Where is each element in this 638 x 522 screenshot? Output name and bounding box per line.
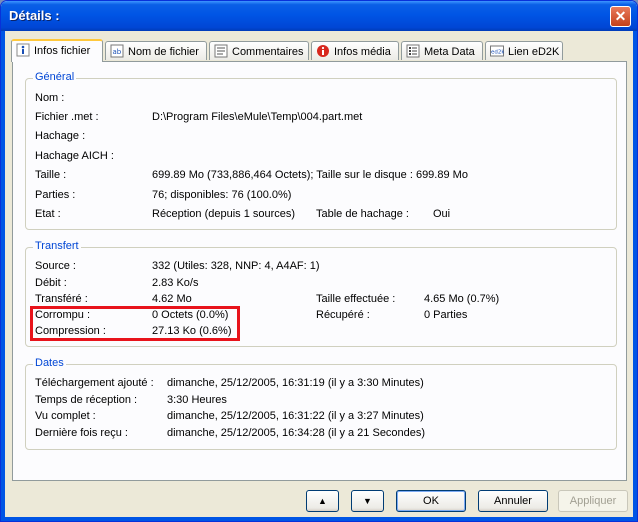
met-file-path: D:\Program Files\eMule\Temp\004.part.met [152, 111, 363, 123]
list-icon [406, 44, 420, 58]
field-label: Etat : [35, 208, 61, 220]
comment-icon [214, 44, 228, 58]
arrow-down-icon: ▼ [363, 496, 372, 506]
hash-table-value: Oui [433, 208, 451, 220]
media-info-icon [316, 44, 330, 58]
svg-text:ed2k: ed2k [491, 50, 504, 56]
group-title: Transfert [33, 240, 81, 252]
tab-label: Infos fichier [34, 45, 91, 57]
seen-complete-value: dimanche, 25/12/2005, 16:31:22 (il y a 3… [167, 410, 424, 422]
rate-value: 2.83 Ko/s [152, 277, 199, 289]
last-received-value: dimanche, 25/12/2005, 16:34:28 (il y a 2… [167, 427, 426, 439]
field-label: Temps de réception : [35, 394, 138, 406]
field-label: Transféré : [35, 293, 88, 305]
field-label: Débit : [35, 277, 67, 289]
download-time-value: 3:30 Heures [167, 394, 227, 406]
window-frame-bottom [1, 517, 637, 521]
tab-meta-data[interactable]: Meta Data [401, 41, 483, 60]
tab-infos-fichier[interactable]: Infos fichier [11, 39, 103, 62]
window-title: Détails : [9, 8, 60, 23]
next-file-button[interactable]: ▼ [351, 490, 384, 512]
details-window: Détails : ✕ Infos fichier ab Nom de fichi… [0, 0, 638, 522]
tab-label: Lien eD2K [508, 46, 560, 58]
size-done-value: 4.65 Mo (0.7%) [424, 293, 500, 305]
field-label: Hachage : [35, 130, 86, 142]
field-label: Vu complet : [35, 410, 96, 422]
field-label: Nom : [35, 92, 65, 104]
tab-label: Nom de fichier [128, 46, 199, 58]
tab-nom-de-fichier[interactable]: ab Nom de fichier [105, 41, 207, 60]
field-label: Dernière fois reçu : [35, 427, 128, 439]
text-file-icon: ab [110, 44, 124, 58]
window-frame-right [633, 31, 637, 521]
cancel-button[interactable]: Annuler [478, 490, 548, 512]
svg-text:ab: ab [113, 48, 122, 56]
group-title: Général [33, 71, 77, 83]
apply-button[interactable]: Appliquer [558, 490, 628, 512]
tab-infos-media[interactable]: Infos média [311, 41, 399, 60]
field-label: Parties : [35, 189, 76, 201]
tab-commentaires[interactable]: Commentaires [209, 41, 309, 60]
field-label: Hachage AICH : [35, 150, 114, 162]
field-label: Source : [35, 260, 76, 272]
transferred-value: 4.62 Mo [152, 293, 192, 305]
size-value: 699.89 Mo (733,886,464 Octets); Taille s… [152, 169, 468, 181]
close-button[interactable]: ✕ [610, 6, 631, 27]
ed2k-link-icon: ed2k [490, 44, 505, 58]
ok-button[interactable]: OK [396, 490, 466, 512]
state-value: Réception (depuis 1 sources) [152, 208, 296, 220]
recovered-label: Récupéré : [316, 309, 370, 321]
previous-file-button[interactable]: ▲ [306, 490, 339, 512]
tab-label: Meta Data [424, 46, 475, 58]
title-bar[interactable]: Détails : ✕ [1, 1, 637, 31]
added-date-value: dimanche, 25/12/2005, 16:31:19 (il y a 3… [167, 377, 424, 389]
sources-value: 332 (Utiles: 328, NNP: 4, A4AF: 1) [152, 260, 320, 272]
tab-label: Commentaires [232, 46, 304, 58]
recovered-value: 0 Parties [424, 309, 468, 321]
tab-label: Infos média [334, 46, 391, 58]
field-label: Taille : [35, 169, 67, 181]
field-label: Fichier .met : [35, 111, 99, 123]
info-icon [16, 43, 30, 57]
window-frame-left [1, 31, 5, 521]
size-done-label: Taille effectuée : [316, 293, 396, 305]
parts-value: 76; disponibles: 76 (100.0%) [152, 189, 292, 201]
arrow-up-icon: ▲ [318, 496, 327, 506]
group-title: Dates [33, 357, 66, 369]
hash-table-label: Table de hachage : [316, 208, 409, 220]
close-icon: ✕ [614, 8, 627, 24]
field-label: Téléchargement ajouté : [35, 377, 154, 389]
tab-lien-ed2k[interactable]: ed2k Lien eD2K [485, 41, 563, 60]
highlight-box [30, 306, 240, 341]
